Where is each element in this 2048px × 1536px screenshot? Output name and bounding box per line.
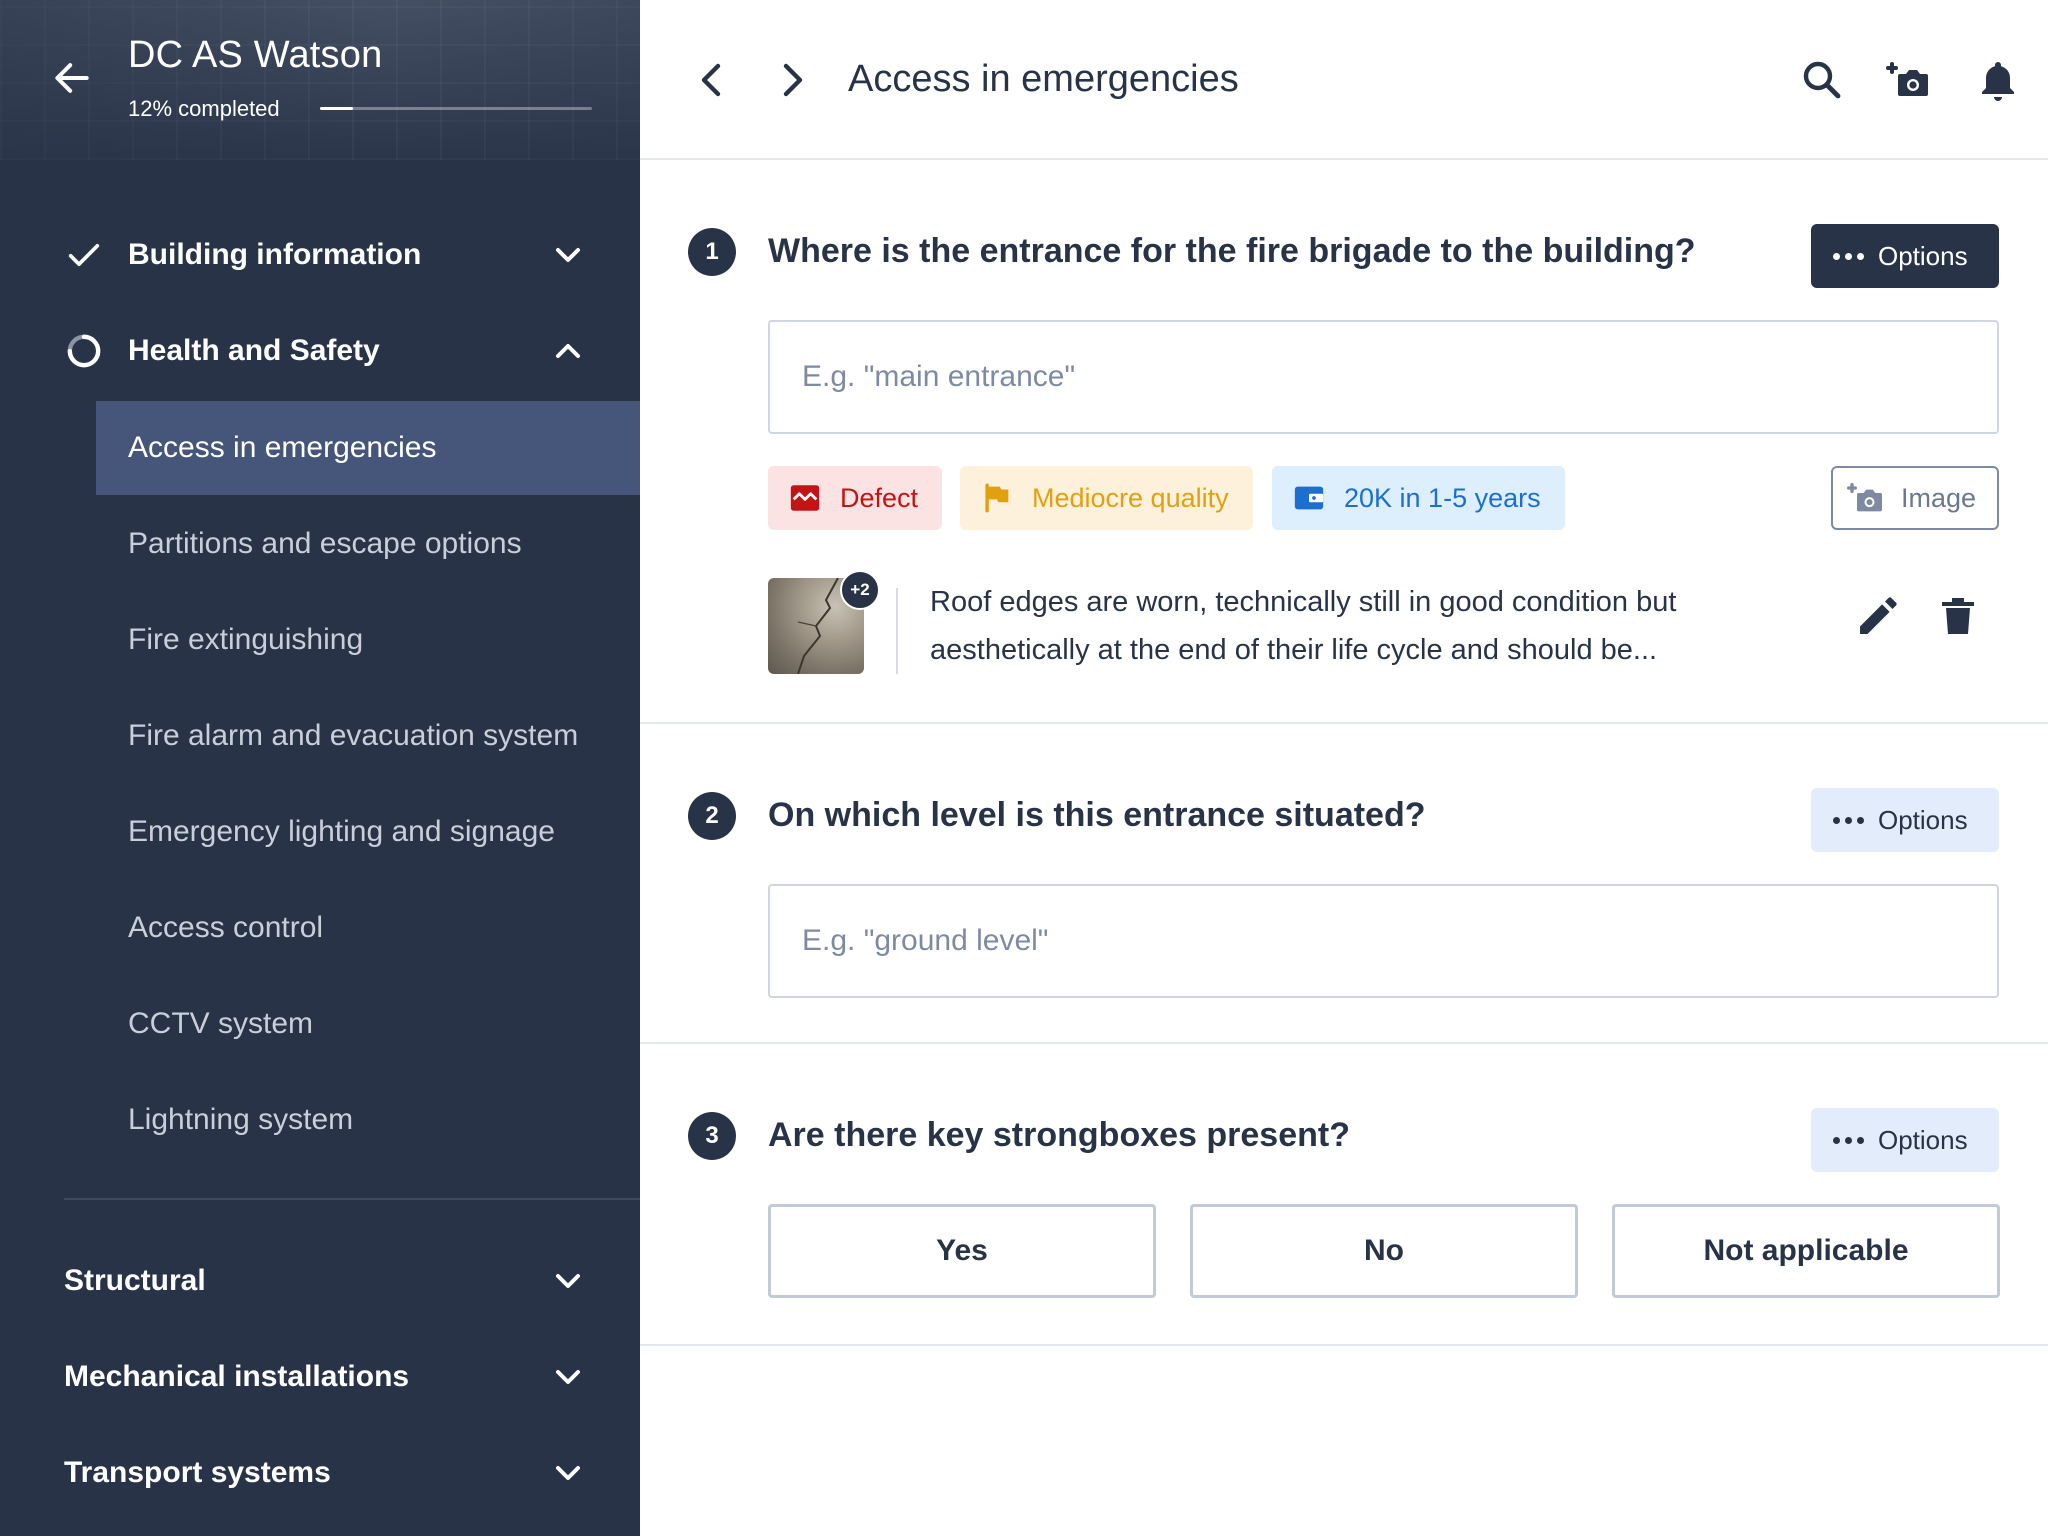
sidebar-section-label: Transport systems [64, 1456, 331, 1489]
add-photo-icon[interactable] [1886, 56, 1934, 104]
chevron-down-icon[interactable] [548, 1261, 588, 1301]
sidebar-item-access-control[interactable]: Access control [96, 881, 640, 975]
tag-cost[interactable]: 20K in 1-5 years [1272, 466, 1565, 530]
sidebar-item-cctv-system[interactable]: CCTV system [96, 977, 640, 1071]
chevron-down-icon[interactable] [548, 1453, 588, 1493]
question-text: Where is the entrance for the fire briga… [768, 232, 1696, 270]
back-arrow-icon[interactable] [50, 56, 94, 100]
wallet-icon [1294, 486, 1324, 510]
trash-icon[interactable] [1934, 592, 1982, 640]
sidebar-section-mechanical-installations[interactable]: Mechanical installations [0, 1341, 640, 1413]
sidebar-section-label: Structural [64, 1264, 206, 1297]
question-number: 1 [688, 228, 736, 276]
answer-input[interactable] [768, 884, 1999, 998]
more-dots-icon [1833, 252, 1864, 260]
sidebar-item-label: Lightning system [128, 1103, 354, 1136]
sidebar-item-fire-extinguishing[interactable]: Fire extinguishing [96, 593, 640, 687]
more-dots-icon [1833, 1136, 1864, 1144]
project-title: DC AS Watson [128, 34, 383, 76]
choice-no-button[interactable]: No [1190, 1204, 1578, 1298]
sidebar-item-fire-alarm-and-evacuation-system[interactable]: Fire alarm and evacuation system [96, 689, 640, 783]
photo-count-badge: +2 [840, 570, 880, 610]
more-dots-icon [1833, 816, 1864, 824]
question-number: 3 [688, 1112, 736, 1160]
defect-icon [790, 485, 820, 511]
top-bar: Access in emergencies [640, 0, 2048, 160]
sidebar-divider [64, 1198, 640, 1200]
sidebar-section-transport-systems[interactable]: Transport systems [0, 1437, 640, 1509]
add-image-label: Image [1901, 482, 1977, 513]
options-button[interactable]: Options [1811, 788, 1999, 852]
note-divider [896, 588, 898, 674]
sidebar-item-label: Access control [128, 911, 324, 944]
answer-input[interactable] [768, 320, 1999, 434]
question-3: 3 Are there key strongboxes present? Opt… [640, 1044, 2048, 1346]
flag-icon [985, 483, 1009, 513]
sidebar-item-access-in-emergencies[interactable]: Access in emergencies [96, 401, 640, 495]
question-text: On which level is this entrance situated… [768, 796, 1426, 834]
project-header [0, 0, 640, 160]
sidebar: DC AS Watson 12% completed Building info… [0, 0, 640, 1536]
options-button[interactable]: Options [1811, 224, 1999, 288]
main-content: Access in emergencies 1 Where is the ent… [640, 0, 2048, 1536]
sidebar-section-building-information[interactable]: Building information [0, 219, 640, 291]
sidebar-item-emergency-lighting-and-signage[interactable]: Emergency lighting and signage [96, 785, 640, 879]
options-button[interactable]: Options [1811, 1108, 1999, 1172]
sidebar-item-label: Partitions and escape options [128, 527, 522, 560]
question-2: 2 On which level is this entrance situat… [640, 724, 2048, 1044]
sidebar-item-label: Fire extinguishing [128, 623, 364, 656]
tag-label: 20K in 1-5 years [1344, 482, 1541, 513]
chevron-down-icon[interactable] [548, 1357, 588, 1397]
in-progress-icon [67, 334, 101, 368]
sidebar-section-label: Building information [128, 238, 422, 271]
add-photo-icon [1847, 483, 1882, 512]
choice-yes-button[interactable]: Yes [768, 1204, 1156, 1298]
chevron-down-icon[interactable] [548, 235, 588, 275]
bell-icon[interactable] [1974, 56, 2022, 104]
sidebar-section-label: Health and Safety [128, 334, 380, 367]
tag-label: Defect [840, 482, 919, 513]
tag-defect[interactable]: Defect [768, 466, 943, 530]
tag-label: Mediocre quality [1032, 482, 1229, 513]
sidebar-item-lightning-system[interactable]: Lightning system [96, 1073, 640, 1167]
edit-pencil-icon[interactable] [1854, 592, 1902, 640]
sidebar-section-health-and-safety[interactable]: Health and Safety [0, 315, 640, 387]
sidebar-item-partitions-and-escape-options[interactable]: Partitions and escape options [96, 497, 640, 591]
check-icon [68, 244, 100, 266]
page-title: Access in emergencies [848, 58, 1239, 100]
chevron-right-icon[interactable] [768, 56, 816, 104]
question-text: Are there key strongboxes present? [768, 1116, 1350, 1154]
add-image-button[interactable]: Image [1831, 466, 1999, 530]
sidebar-item-label: CCTV system [128, 1007, 314, 1040]
tag-quality[interactable]: Mediocre quality [960, 466, 1253, 530]
sidebar-item-label: Fire alarm and evacuation system [128, 719, 579, 752]
chevron-left-icon[interactable] [688, 56, 736, 104]
progress-bar [320, 107, 592, 110]
sidebar-item-label: Emergency lighting and signage [128, 815, 555, 848]
chevron-up-icon[interactable] [548, 331, 588, 371]
note-text: Roof edges are worn, technically still i… [930, 586, 1677, 666]
sidebar-section-structural[interactable]: Structural [0, 1245, 640, 1317]
choice-not-applicable-button[interactable]: Not applicable [1612, 1204, 2000, 1298]
progress-label: 12% completed [128, 96, 280, 121]
search-icon[interactable] [1798, 56, 1846, 104]
options-button-label: Options [1878, 1124, 1968, 1155]
sidebar-item-label: Access in emergencies [128, 431, 437, 464]
sidebar-section-label: Mechanical installations [64, 1360, 410, 1393]
options-button-label: Options [1878, 240, 1968, 271]
progress-bar-fill [320, 107, 353, 110]
options-button-label: Options [1878, 804, 1968, 835]
question-number: 2 [688, 792, 736, 840]
